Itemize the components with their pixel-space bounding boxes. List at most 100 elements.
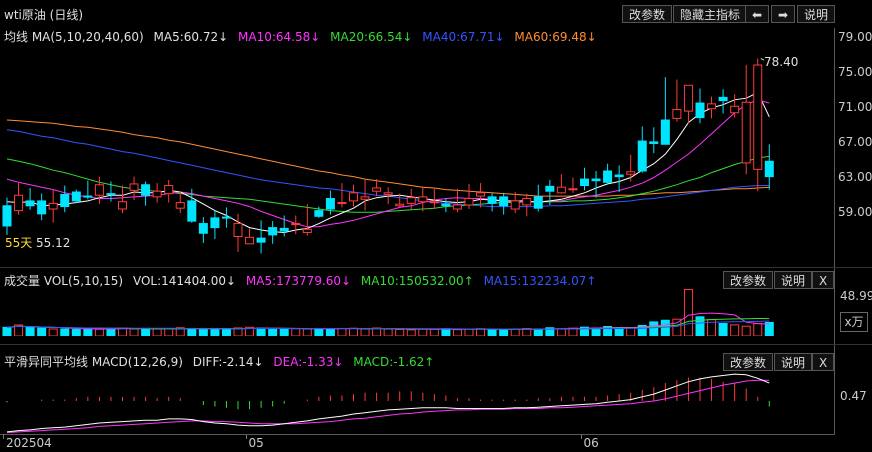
volume-bar xyxy=(556,328,566,336)
volume-bar xyxy=(753,323,763,336)
volume-bar xyxy=(164,328,174,336)
x-tick-mark xyxy=(245,435,247,439)
candle-body xyxy=(245,236,255,245)
vol-close-button[interactable]: X xyxy=(812,271,835,289)
volume-bar xyxy=(25,326,35,336)
scroll-left-button[interactable]: ⬅ xyxy=(745,5,769,23)
dea-line xyxy=(6,379,770,434)
hide-main-indicator-button[interactable]: 隐藏主指标 xyxy=(673,5,748,23)
volume-bar xyxy=(106,328,116,336)
candle-body xyxy=(429,201,439,204)
price-axis-line xyxy=(834,28,835,268)
candle-body xyxy=(279,227,289,232)
volume-bar xyxy=(256,327,266,336)
candle-body xyxy=(175,202,185,209)
volume-bar xyxy=(429,328,439,336)
candle-body xyxy=(164,185,174,195)
macd-help-button[interactable]: 说明 xyxy=(774,353,813,371)
macd-ytick: 0.47 xyxy=(840,389,867,403)
candle-body xyxy=(83,195,93,198)
volume-bar xyxy=(60,328,70,336)
candle-body xyxy=(118,201,127,210)
candle-body xyxy=(198,223,208,234)
vol-edit-params-button[interactable]: 改参数 xyxy=(723,271,774,289)
diff-line xyxy=(6,373,770,433)
volume-bar xyxy=(2,326,12,336)
macd-close-button[interactable]: X xyxy=(812,353,835,371)
candle-body xyxy=(568,188,578,191)
high-price-label: 78.40 xyxy=(764,55,799,69)
candle-body xyxy=(660,119,670,145)
candle-body xyxy=(395,203,405,207)
candle-body xyxy=(764,160,774,178)
scroll-right-button[interactable]: ➡ xyxy=(771,5,795,23)
volume-chart[interactable] xyxy=(0,288,834,336)
panel-separator xyxy=(0,344,872,345)
volume-bar xyxy=(198,328,208,336)
macd-edit-params-button[interactable]: 改参数 xyxy=(723,353,774,371)
volume-bar xyxy=(187,328,197,336)
volume-bar xyxy=(372,327,382,336)
volume-bar xyxy=(406,329,416,336)
ma60-line xyxy=(6,119,770,197)
candle-body xyxy=(614,174,624,178)
candle-body xyxy=(556,186,566,194)
candle-body xyxy=(695,102,705,119)
macd-legend-label: 平滑异同平均线 MACD(12,26,9) xyxy=(4,355,183,369)
volume-bar xyxy=(741,325,751,336)
candle-body xyxy=(325,197,335,210)
candle-body xyxy=(233,223,243,237)
volume-bar xyxy=(83,327,93,336)
volume-bar xyxy=(337,327,347,336)
vol-ma15-value: MA15:132234.07↑ xyxy=(483,274,597,288)
volume-bar xyxy=(510,328,520,336)
candle-body xyxy=(14,194,24,212)
volume-bar xyxy=(649,321,659,336)
price-chart[interactable] xyxy=(0,44,834,264)
vol-unit-label: x万 xyxy=(840,312,868,332)
macd-dea-value: DEA:-1.33↓ xyxy=(273,355,344,369)
x-tick-label: 05 xyxy=(248,436,264,450)
candle-body xyxy=(383,192,393,195)
volume-bar xyxy=(476,328,486,336)
candle-body xyxy=(603,170,613,183)
candle-body xyxy=(533,196,543,209)
price-ytick: 63.00 xyxy=(838,170,872,184)
candle-body xyxy=(452,204,462,210)
candle-body xyxy=(349,192,358,202)
volume-bar xyxy=(291,328,301,336)
volume-bar xyxy=(418,328,428,336)
volume-bar xyxy=(764,321,774,336)
volume-bar xyxy=(672,318,682,336)
volume-bar xyxy=(487,329,497,336)
price-ytick: 59.00 xyxy=(838,205,872,219)
volume-bar xyxy=(730,324,740,336)
volume-bar xyxy=(683,288,693,336)
price-ytick: 71.00 xyxy=(838,100,872,114)
candle-body xyxy=(741,101,751,164)
x-axis: 202504 05 06 xyxy=(0,435,834,452)
volume-bar xyxy=(383,328,393,336)
price-ytick: 75.00 xyxy=(838,65,872,79)
candle-body xyxy=(256,237,266,243)
candle-body xyxy=(2,205,12,227)
volume-bar xyxy=(141,328,151,336)
ma20-value: MA20:66.54↓ xyxy=(330,30,413,44)
volume-bar xyxy=(452,329,462,336)
price-ytick: 79.00 xyxy=(838,30,872,44)
volume-bar xyxy=(349,327,358,336)
low-days-label: 55天 xyxy=(5,236,33,250)
vol-axis-line xyxy=(834,268,835,344)
help-button[interactable]: 说明 xyxy=(797,5,836,23)
vol-legend: 成交量 VOL(5,10,15) VOL:141404.00↓ MA5:1737… xyxy=(4,272,596,289)
candle-body xyxy=(221,216,231,219)
macd-chart[interactable] xyxy=(0,370,834,434)
candle-body xyxy=(48,202,58,210)
volume-bar xyxy=(395,328,405,336)
vol-help-button[interactable]: 说明 xyxy=(774,271,813,289)
candle-body xyxy=(672,109,682,119)
edit-params-button[interactable]: 改参数 xyxy=(622,5,673,23)
candle-body xyxy=(60,193,70,208)
candle-body xyxy=(730,105,740,114)
macd-axis-line xyxy=(834,345,835,435)
